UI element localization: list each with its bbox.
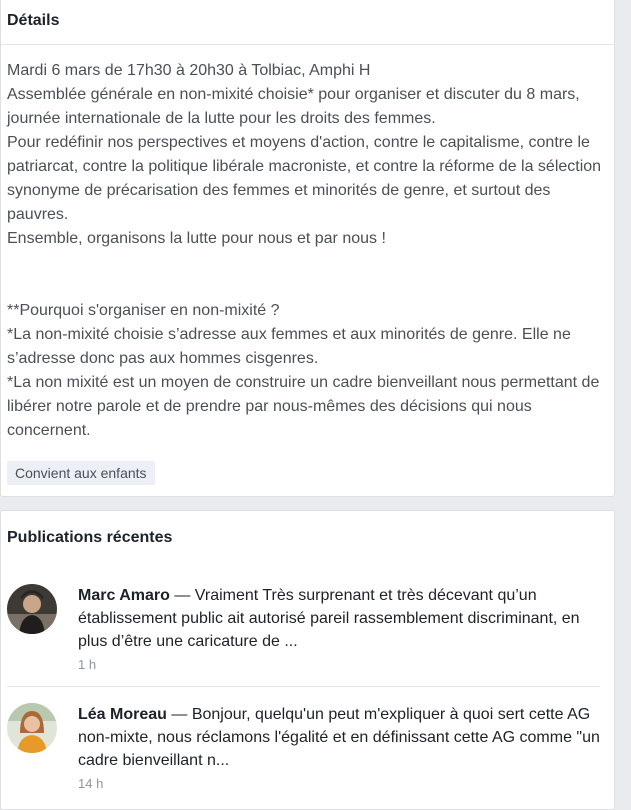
post-text: Léa Moreau — Bonjour, quelqu'un peut m'e… <box>78 703 600 772</box>
details-card: Détails Mardi 6 mars de 17h30 à 20h30 à … <box>0 0 615 497</box>
description-paragraph: Mardi 6 mars de 17h30 à 20h30 à Tolbiac,… <box>7 62 602 247</box>
post-timestamp[interactable]: 1 h <box>78 657 600 672</box>
post-separator: — <box>169 587 195 604</box>
recent-posts-card: Publications récentes Marc Amaro — Vraim… <box>0 510 615 810</box>
details-title: Détails <box>1 0 614 45</box>
description-paragraph: **Pourquoi s'organiser en non-mixité ? *… <box>7 302 600 439</box>
post-separator: — <box>166 706 192 723</box>
post-author[interactable]: Marc Amaro <box>78 587 170 604</box>
event-description: Mardi 6 mars de 17h30 à 20h30 à Tolbiac,… <box>1 45 614 443</box>
post-text: Marc Amaro — Vraiment Très surprenant et… <box>78 584 600 653</box>
post-author[interactable]: Léa Moreau <box>78 706 167 723</box>
avatar[interactable] <box>7 584 57 634</box>
kid-friendly-badge[interactable]: Convient aux enfants <box>7 461 155 485</box>
post-item[interactable]: Marc Amaro — Vraiment Très surprenant et… <box>1 563 614 686</box>
recent-posts-title: Publications récentes <box>7 529 173 546</box>
post-item[interactable]: Léa Moreau — Bonjour, quelqu'un peut m'e… <box>7 686 600 801</box>
post-timestamp[interactable]: 14 h <box>78 776 600 791</box>
avatar[interactable] <box>7 703 57 753</box>
